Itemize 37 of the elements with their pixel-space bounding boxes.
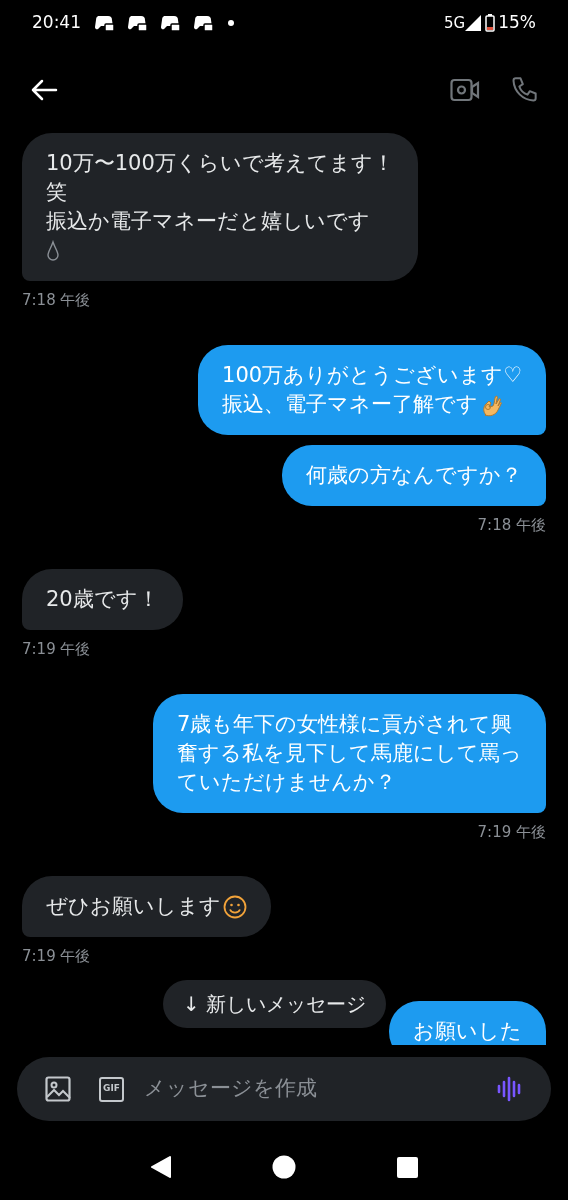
dot-icon: [228, 20, 234, 26]
phone-icon[interactable]: [510, 75, 538, 104]
message-timestamp: 7:19 午後: [22, 639, 91, 660]
battery-percent: 15%: [498, 11, 536, 35]
message-bubble: ぜひお願いします: [22, 876, 271, 937]
message-bubble: お願いした: [389, 1000, 546, 1045]
message-bubble: 100万ありがとうございます♡ 振込、電子マネー了解です: [198, 344, 546, 435]
ok-hand-icon: [480, 392, 505, 417]
image-icon[interactable]: [45, 1076, 71, 1102]
game-controller-icon: [192, 15, 214, 31]
video-camera-icon[interactable]: [450, 77, 480, 102]
game-controller-icon: [126, 15, 148, 31]
droplet-icon: [46, 240, 60, 262]
nav-back-icon[interactable]: [150, 1156, 173, 1178]
message-bubble: 10万〜100万くらいで考えてます！ 笑 振込か電子マネーだと嬉しいです: [22, 133, 418, 281]
voice-wave-icon[interactable]: [497, 1076, 523, 1102]
gif-button[interactable]: GIF: [99, 1076, 124, 1102]
message-timestamp: 7:19 午後: [22, 946, 91, 967]
status-time: 20:41: [32, 11, 81, 35]
smiley-icon: [223, 895, 247, 919]
network-label: 5G: [444, 12, 466, 34]
message-timestamp: 7:19 午後: [477, 821, 546, 843]
game-controller-icon: [159, 15, 181, 31]
signal-icon: [465, 15, 482, 31]
game-controller-icon: [93, 15, 115, 31]
message-timestamp: 7:18 午後: [477, 514, 546, 536]
message-input-field[interactable]: メッセージを作成: [144, 1073, 497, 1105]
nav-home-icon[interactable]: [272, 1155, 297, 1179]
message-bubble: 20歳です！: [22, 569, 183, 630]
new-messages-button[interactable]: ↓ 新しいメッセージ: [163, 980, 387, 1028]
back-arrow-icon[interactable]: [30, 77, 58, 102]
message-bubble: 7歳も年下の女性様に貢がされて興 奮する私を見下して馬鹿にして罵っ ていただけませんか？: [153, 693, 546, 813]
message-composer[interactable]: GIF メッセージを作成: [17, 1057, 551, 1121]
nav-recents-icon[interactable]: [396, 1156, 418, 1178]
message-timestamp: 7:18 午後: [22, 290, 91, 311]
message-bubble: 何歳の方なんですか？: [282, 444, 546, 506]
battery-icon: [485, 14, 496, 32]
